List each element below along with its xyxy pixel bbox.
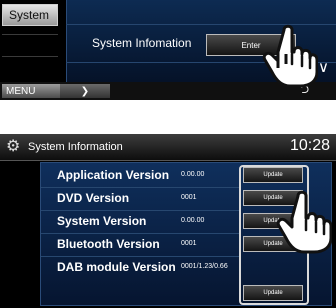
menu-button[interactable]: MENU ❯ bbox=[2, 84, 112, 98]
system-information-label: System Infomation bbox=[92, 36, 192, 50]
clock: 10:28 bbox=[289, 137, 330, 154]
row-version: 0.00.00 bbox=[181, 171, 205, 178]
pointing-hand-icon bbox=[262, 24, 318, 88]
row-name: System Version bbox=[57, 214, 147, 228]
pointing-hand-icon bbox=[276, 190, 332, 254]
gear-icon: ⚙ bbox=[6, 138, 21, 155]
row-name: Bluetooth Version bbox=[57, 237, 160, 251]
row-version: 0.00.00 bbox=[181, 217, 205, 224]
system-settings-screen: System System Infomation Enter ∨ MENU ❯ … bbox=[0, 0, 336, 100]
chevron-down-icon[interactable]: ∨ bbox=[318, 58, 329, 76]
row-name: Application Version bbox=[57, 168, 170, 182]
chevron-right-icon: ❯ bbox=[60, 84, 110, 98]
side-divider bbox=[2, 34, 58, 35]
row-name: DVD Version bbox=[57, 191, 130, 205]
side-divider bbox=[2, 56, 58, 57]
row-version: 0001 bbox=[181, 240, 197, 247]
row-name: DAB module Version bbox=[57, 260, 176, 274]
row-version: 0001 bbox=[181, 194, 197, 201]
row-version: 0001/1.23/0.66 bbox=[181, 263, 228, 270]
tab-system[interactable]: System bbox=[2, 4, 58, 26]
menu-label: MENU bbox=[2, 84, 60, 98]
system-information-screen: ⚙ System Information 10:28 Application V… bbox=[0, 134, 336, 308]
header-bar: ⚙ System Information 10:28 bbox=[0, 134, 336, 161]
page-title: System Information bbox=[28, 141, 123, 153]
